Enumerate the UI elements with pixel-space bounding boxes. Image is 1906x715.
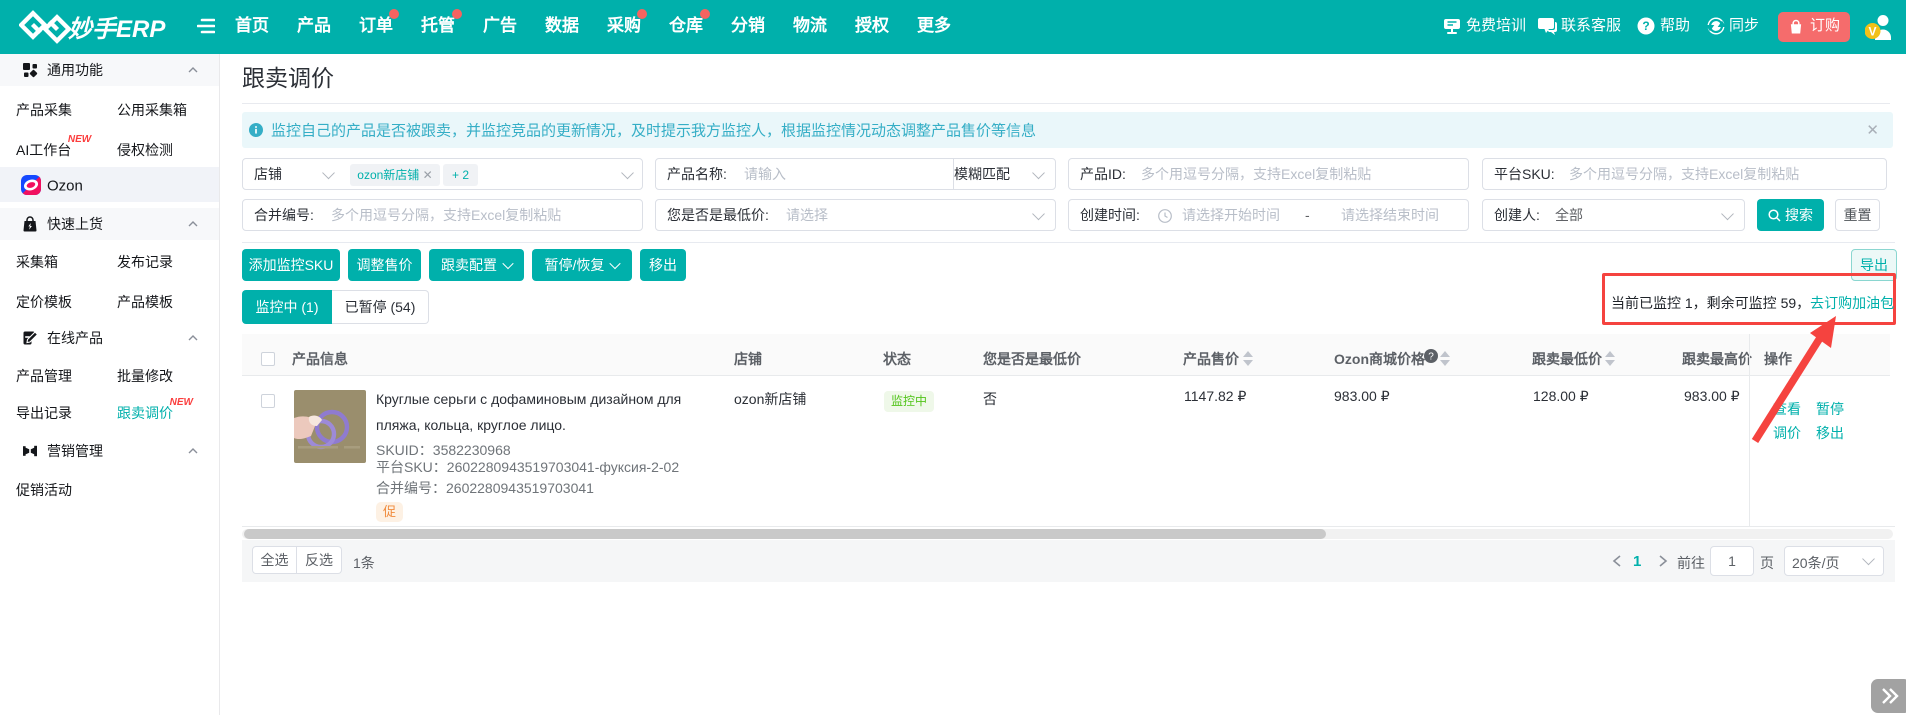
svg-text:?: ? (1428, 352, 1434, 363)
svg-text:?: ? (1642, 19, 1649, 33)
svg-text:V: V (1868, 25, 1876, 39)
